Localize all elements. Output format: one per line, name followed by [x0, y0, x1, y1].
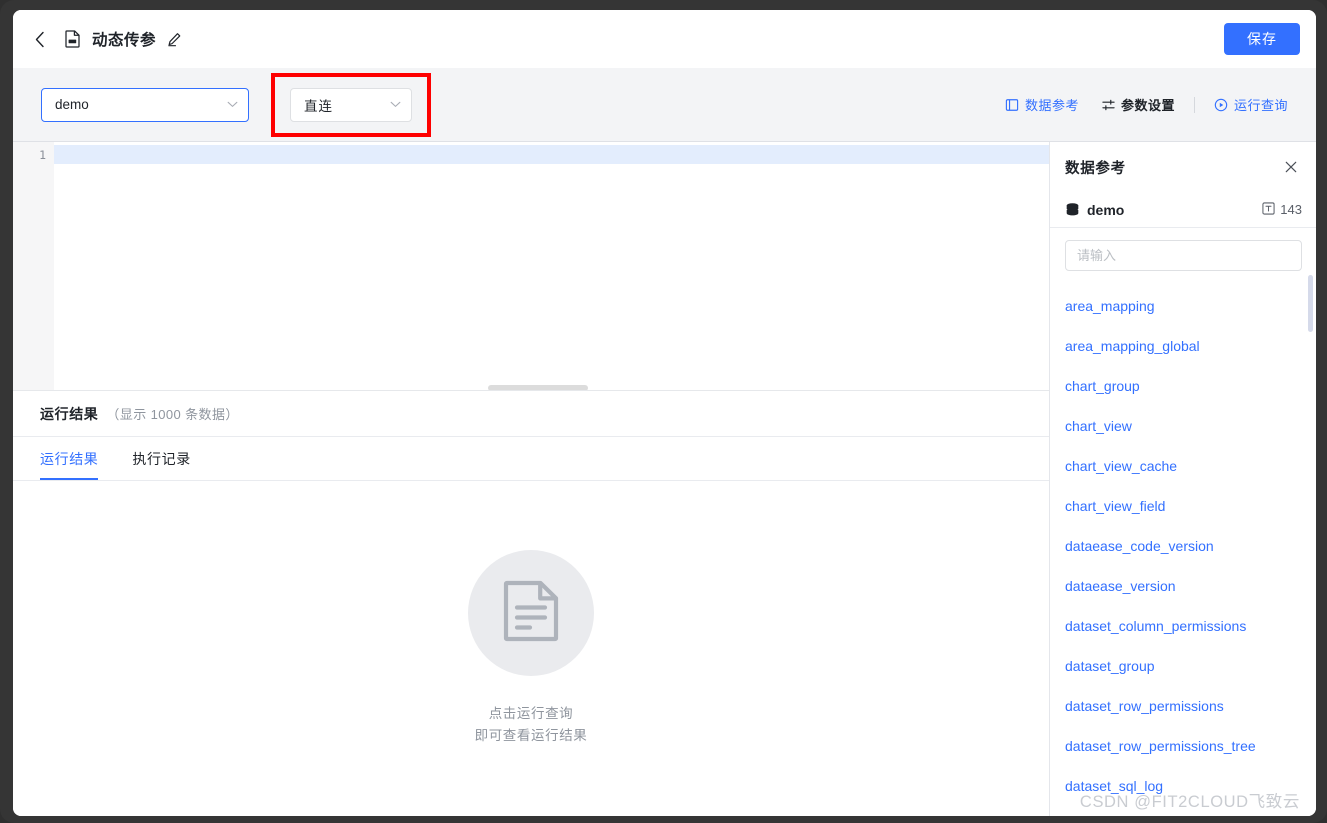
- result-subtitle: （显示 1000 条数据）: [106, 407, 239, 422]
- editor-gutter: 1: [13, 142, 54, 390]
- result-header: 运行结果 （显示 1000 条数据）: [13, 391, 1049, 437]
- table-list[interactable]: area_mapping area_mapping_global chart_g…: [1050, 274, 1316, 816]
- table-list-item[interactable]: dataset_column_permissions: [1065, 606, 1303, 646]
- tab-execution-log-label: 执行记录: [132, 450, 191, 467]
- empty-state-circle: [468, 550, 594, 676]
- param-settings-button[interactable]: 参数设置: [1090, 95, 1186, 114]
- table-list-item[interactable]: dataset_group: [1065, 646, 1303, 686]
- run-query-label: 运行查询: [1233, 98, 1288, 113]
- connection-mode-select[interactable]: 直连: [290, 87, 412, 122]
- connection-mode-value: 直连: [304, 98, 333, 114]
- chevron-left-icon[interactable]: [27, 26, 53, 52]
- panel-title: 数据参考: [1065, 160, 1126, 177]
- table-list-item[interactable]: chart_view_cache: [1065, 446, 1303, 486]
- tab-execution-log[interactable]: 执行记录: [132, 437, 190, 480]
- editor-toolbar: demo 直连 数据参考 参数设置 运行查询: [13, 68, 1316, 142]
- table-list-item[interactable]: dataset_row_permissions_tree: [1065, 726, 1303, 766]
- line-number: 1: [39, 148, 46, 162]
- toolbar-divider: [1193, 96, 1195, 113]
- table-list-item[interactable]: dataease_code_version: [1065, 526, 1303, 566]
- panel-datasource-name: demo: [1087, 201, 1125, 218]
- sql-document-icon: [59, 26, 85, 52]
- panel-datasource-row[interactable]: demo 143: [1050, 192, 1316, 228]
- table-list-item[interactable]: chart_view_field: [1065, 486, 1303, 526]
- table-list-item[interactable]: dataset_row_permissions: [1065, 686, 1303, 726]
- table-list-item[interactable]: dataease_version: [1065, 566, 1303, 606]
- app-header: 动态传参 保存: [13, 10, 1316, 68]
- table-count-value: 143: [1280, 202, 1302, 217]
- tab-run-result-label: 运行结果: [40, 450, 99, 467]
- document-lines-icon: [502, 579, 560, 648]
- panel-header: 数据参考: [1050, 142, 1316, 192]
- result-empty-state: 点击运行查询 即可查看运行结果: [13, 481, 1049, 816]
- result-tabs: 运行结果 执行记录: [13, 437, 1049, 481]
- table-search-input[interactable]: [1065, 240, 1302, 271]
- save-button[interactable]: 保存: [1224, 23, 1300, 55]
- empty-state-text: 点击运行查询 即可查看运行结果: [475, 703, 588, 747]
- page-title: 动态传参: [92, 32, 157, 49]
- data-reference-label: 数据参考: [1024, 98, 1079, 113]
- sql-editor[interactable]: 1: [13, 142, 1049, 390]
- param-settings-label: 参数设置: [1120, 98, 1175, 113]
- table-list-item[interactable]: area_mapping_global: [1065, 326, 1303, 366]
- data-reference-panel: 数据参考 demo 143 请输入 area_mapping area_mapp…: [1049, 142, 1316, 816]
- close-icon[interactable]: [1280, 156, 1302, 178]
- empty-state-line1: 点击运行查询: [488, 706, 574, 721]
- database-icon: [1065, 202, 1080, 217]
- play-circle-icon: [1214, 97, 1229, 112]
- run-query-button[interactable]: 运行查询: [1203, 95, 1299, 114]
- table-text-icon: [1262, 201, 1275, 218]
- editor-code-area[interactable]: [54, 142, 1049, 390]
- table-list-item[interactable]: chart_view: [1065, 406, 1303, 446]
- table-count-badge: 143: [1262, 201, 1302, 218]
- tab-run-result[interactable]: 运行结果: [40, 437, 99, 480]
- chevron-down-icon: [388, 98, 402, 112]
- pencil-edit-icon[interactable]: [164, 29, 184, 49]
- table-list-scrollbar-thumb[interactable]: [1308, 275, 1313, 332]
- toolbar-actions: 数据参考 参数设置 运行查询: [994, 95, 1299, 114]
- table-list-item[interactable]: chart_group: [1065, 366, 1303, 406]
- screenshot-frame: 动态传参 保存 demo 直连 数据参考 参数设置 运行查询 1 运行结果 （显…: [0, 0, 1327, 823]
- table-list-item[interactable]: dataset_sql_log: [1065, 766, 1303, 806]
- app-window: 动态传参 保存 demo 直连 数据参考 参数设置 运行查询 1 运行结果 （显…: [13, 10, 1316, 816]
- book-reference-icon: [1005, 97, 1020, 112]
- header-left-group: 动态传参: [27, 26, 184, 52]
- chevron-down-icon: [225, 98, 239, 112]
- result-title: 运行结果: [40, 405, 99, 422]
- mode-select-highlight-box: 直连: [271, 72, 431, 137]
- empty-state-line2: 即可查看运行结果: [474, 728, 588, 743]
- editor-active-line-highlight: [54, 145, 1049, 164]
- datasource-select-value: demo: [55, 97, 89, 112]
- table-list-item[interactable]: area_mapping: [1065, 286, 1303, 326]
- datasource-select[interactable]: demo: [41, 87, 249, 122]
- data-reference-button[interactable]: 数据参考: [994, 95, 1090, 114]
- sliders-settings-icon: [1101, 97, 1116, 112]
